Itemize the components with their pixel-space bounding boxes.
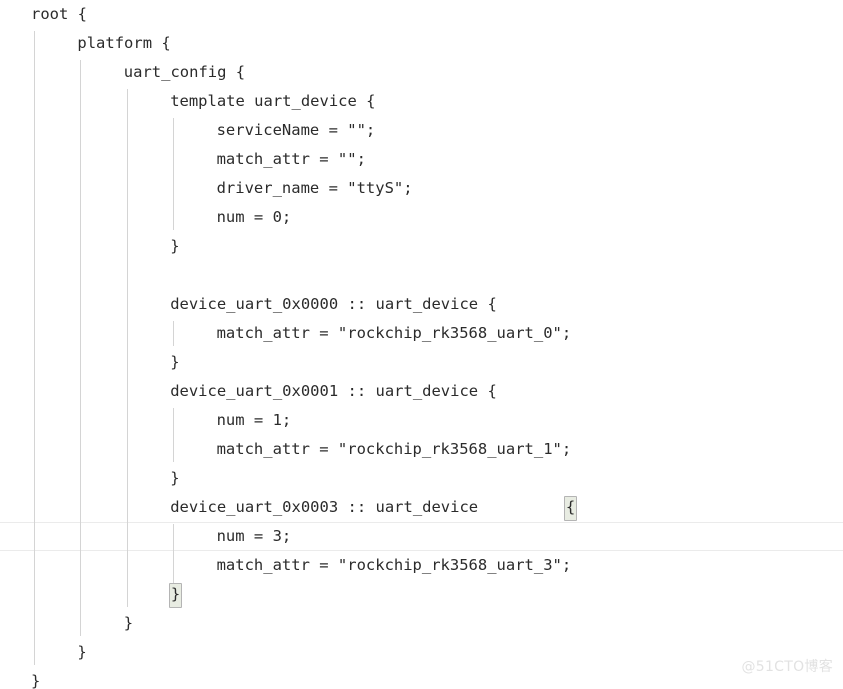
code-line[interactable]: num = 1;	[0, 406, 292, 435]
code-line[interactable]	[0, 580, 170, 609]
code-line[interactable]: }	[0, 464, 179, 493]
code-line[interactable]: platform {	[0, 29, 170, 58]
watermark: @51CTO博客	[741, 659, 833, 675]
code-line[interactable]: match_attr = "rockchip_rk3568_uart_0";	[0, 319, 572, 348]
matching-brace-glyph: }	[170, 585, 181, 603]
code-line[interactable]: uart_config {	[0, 58, 245, 87]
code-line[interactable]: match_attr = "rockchip_rk3568_uart_1";	[0, 435, 572, 464]
code-line[interactable]: device_uart_0x0000 :: uart_device {	[0, 290, 497, 319]
code-editor[interactable]: root {platform {uart_config {template ua…	[0, 0, 843, 689]
code-line[interactable]: match_attr = "rockchip_rk3568_uart_3";	[0, 551, 572, 580]
code-line[interactable]: num = 3;	[0, 522, 292, 551]
matching-brace-glyph: {	[565, 498, 576, 516]
code-line[interactable]: }	[0, 348, 179, 377]
code-line[interactable]: serviceName = "";	[0, 116, 376, 145]
code-line[interactable]: }	[0, 667, 40, 689]
code-line[interactable]: root {	[0, 0, 87, 29]
code-line[interactable]: num = 0;	[0, 203, 292, 232]
code-line[interactable]: driver_name = "ttyS";	[0, 174, 413, 203]
code-line[interactable]: device_uart_0x0001 :: uart_device {	[0, 377, 497, 406]
code-line[interactable]: }	[0, 232, 179, 261]
code-line[interactable]: template uart_device {	[0, 87, 375, 116]
code-line[interactable]: }	[0, 638, 86, 667]
code-line[interactable]: match_attr = "";	[0, 145, 366, 174]
code-line[interactable]: device_uart_0x0003 :: uart_device	[0, 493, 487, 522]
code-line[interactable]: }	[0, 609, 133, 638]
code-line[interactable]	[0, 261, 31, 290]
